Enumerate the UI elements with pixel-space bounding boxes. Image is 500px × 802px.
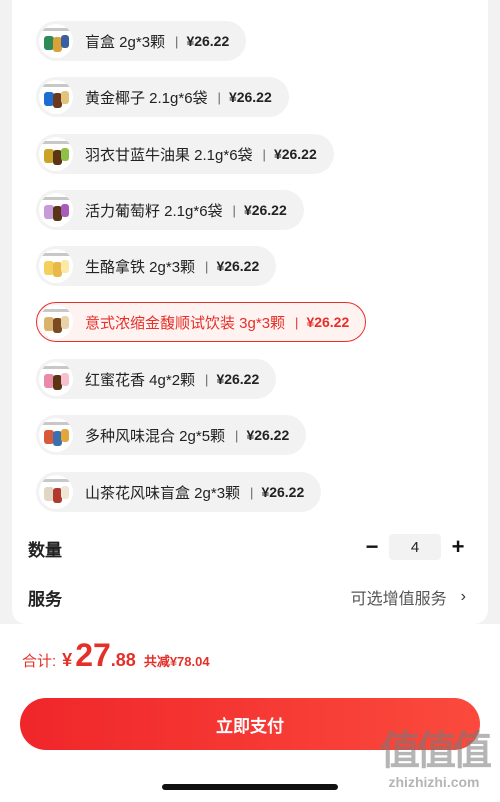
variant-chip[interactable]: 活力葡萄籽 2.1g*6袋 | ¥26.22 xyxy=(36,190,304,230)
variant-separator: | xyxy=(217,89,221,105)
variant-price: ¥26.22 xyxy=(186,33,230,49)
variant-separator: | xyxy=(205,371,209,387)
total-currency: ¥ xyxy=(62,650,73,670)
total-decimal: .88 xyxy=(110,650,136,670)
product-thumbnail-icon xyxy=(39,305,73,339)
watermark-logo: 值值值 xyxy=(380,727,492,774)
service-hint-text: 可选增值服务 xyxy=(350,591,447,608)
variant-price: ¥26.22 xyxy=(216,371,260,387)
watermark-url: zhizhizhi.com xyxy=(388,774,480,790)
service-label: 服务 xyxy=(28,590,62,609)
variant-name: 红蜜花香 4g*2颗 xyxy=(85,371,196,389)
variant-price: ¥26.22 xyxy=(243,202,287,218)
variant-chip[interactable]: 生酪拿铁 2g*3颗 | ¥26.22 xyxy=(36,246,277,286)
variant-name: 黄金椰子 2.1g*6袋 xyxy=(85,89,208,107)
variant-separator: | xyxy=(205,258,209,274)
variant-name: 山茶花风味盲盒 2g*3颗 xyxy=(85,484,241,502)
product-thumbnail-icon xyxy=(39,475,73,509)
variant-name: 意式浓缩金馥顺试饮装 3g*3颗 xyxy=(85,314,286,332)
variant-separator: | xyxy=(295,314,299,330)
variant-name: 盲盒 2g*3颗 xyxy=(85,33,166,51)
product-thumbnail-icon xyxy=(39,362,73,396)
variant-chip[interactable]: 多种风味混合 2g*5颗 | ¥26.22 xyxy=(36,415,307,455)
variant-chip[interactable]: 意式浓缩金馥顺试饮装 3g*3颗 | ¥26.22 xyxy=(36,302,367,342)
chevron-right-icon: › xyxy=(460,588,466,605)
variant-chip[interactable]: 山茶花风味盲盒 2g*3颗 | ¥26.22 xyxy=(36,472,322,512)
variant-separator: | xyxy=(175,33,179,49)
variant-name: 生酪拿铁 2g*3颗 xyxy=(85,258,196,276)
variant-price: ¥26.22 xyxy=(273,146,317,162)
product-thumbnail-icon xyxy=(39,249,73,283)
quantity-stepper: − 4 + xyxy=(360,532,470,562)
variant-chip[interactable]: 黄金椰子 2.1g*6袋 | ¥26.22 xyxy=(36,77,289,117)
product-thumbnail-icon xyxy=(39,24,73,58)
variant-price: ¥26.22 xyxy=(216,258,260,274)
quantity-minus-button[interactable]: − xyxy=(360,532,384,562)
variant-price: ¥26.22 xyxy=(228,89,272,105)
variant-separator: | xyxy=(232,202,236,218)
total-integer: 27 xyxy=(75,637,111,673)
variant-name: 活力葡萄籽 2.1g*6袋 xyxy=(85,202,223,220)
variant-name: 多种风味混合 2g*5颗 xyxy=(85,427,226,445)
quantity-input[interactable]: 4 xyxy=(389,534,441,560)
variant-chip[interactable]: 盲盒 2g*3颗 | ¥26.22 xyxy=(36,21,247,61)
variant-separator: | xyxy=(250,484,254,500)
variant-chip[interactable]: 红蜜花香 4g*2颗 | ¥26.22 xyxy=(36,359,277,399)
product-thumbnail-icon xyxy=(39,193,73,227)
variant-price: ¥26.22 xyxy=(306,314,350,330)
discount-amount: 共减¥78.04 xyxy=(143,654,210,669)
variant-name: 羽衣甘蓝牛油果 2.1g*6袋 xyxy=(85,146,253,164)
variant-separator: | xyxy=(235,427,239,443)
service-selector[interactable]: 可选增值服务 › xyxy=(351,585,466,609)
variant-price: ¥26.22 xyxy=(246,427,290,443)
total-summary: 合计: ¥ 27 .88 共减¥78.04 xyxy=(22,637,210,674)
product-thumbnail-icon xyxy=(39,137,73,171)
quantity-label: 数量 xyxy=(28,541,62,560)
quantity-plus-button[interactable]: + xyxy=(446,532,470,562)
variant-chip[interactable]: 羽衣甘蓝牛油果 2.1g*6袋 | ¥26.22 xyxy=(36,134,334,174)
product-thumbnail-icon xyxy=(39,80,73,114)
total-label: 合计: xyxy=(22,653,57,670)
variant-price: ¥26.22 xyxy=(261,484,305,500)
home-indicator xyxy=(162,784,338,790)
product-thumbnail-icon xyxy=(39,418,73,452)
variant-separator: | xyxy=(262,146,266,162)
watermark: 值值值 zhizhizhi.com xyxy=(380,718,492,790)
